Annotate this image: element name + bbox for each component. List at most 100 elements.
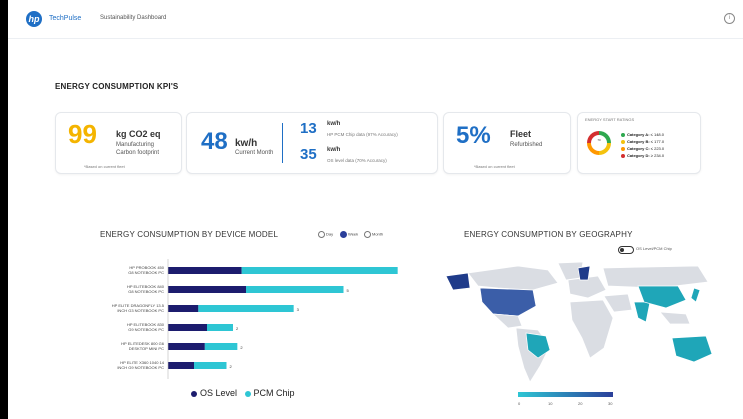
bar-segment[interactable]	[198, 305, 294, 312]
ratings-title: ENERGY START RATINGS	[585, 117, 635, 122]
bar-value-label: 5	[347, 288, 350, 293]
info-icon[interactable]: i	[724, 13, 735, 24]
bar-segment[interactable]	[168, 343, 205, 350]
fleet-note: *Based on current fleet	[474, 164, 515, 169]
bar-value-label: 2	[240, 345, 243, 350]
map-australia	[671, 335, 713, 363]
category-a-label: Category A:	[627, 132, 650, 137]
bar-segment[interactable]	[168, 267, 242, 274]
legend-os-label: OS Level	[200, 388, 238, 398]
bar-segment[interactable]	[168, 324, 207, 331]
carbon-line2: Carbon footprint	[116, 150, 160, 156]
bar-segment[interactable]	[168, 305, 199, 312]
category-label: INCH G9 NOTEBOOK PC	[117, 365, 164, 370]
geo-scale-tick-2: 20	[578, 401, 583, 406]
bar-value-label: 3	[297, 307, 300, 312]
ratings-ring	[587, 131, 611, 155]
map-usa	[479, 287, 537, 317]
map-scandinavia	[577, 265, 591, 281]
category-label: G9 NOTEBOOK PC	[128, 327, 164, 332]
fleet-kpi-card: 5% Fleet Refurbished *Based on current f…	[443, 112, 571, 174]
geo-toggle-label: OS Level/PCM Chip	[636, 246, 672, 251]
bar-segment[interactable]	[204, 343, 238, 350]
carbon-value: 99	[68, 119, 97, 149]
toggle-week-radio[interactable]	[340, 231, 347, 238]
pcm-unit: kw/h	[327, 121, 341, 127]
map-africa	[569, 299, 614, 359]
bar-segment[interactable]	[241, 267, 398, 274]
toggle-week[interactable]: Week	[340, 231, 358, 238]
category-b-label: Category B:	[627, 139, 650, 144]
category-c-value: ≤ 223.0	[650, 146, 665, 151]
fleet-label: Fleet	[510, 129, 532, 139]
category-b-value: ≤ 177.0	[650, 139, 665, 144]
geo-scale-tick-3: 30	[608, 401, 613, 406]
carbon-unit: kg CO2 eq	[116, 129, 161, 139]
toggle-week-label: Week	[348, 231, 359, 237]
category-d: Category D: ≥ 234.0	[621, 153, 664, 158]
energy-kpi-card: 48 kw/h Current Month 13 kw/h HP PCM Chi…	[186, 112, 438, 174]
bar-segment[interactable]	[168, 286, 246, 293]
category-c: Category C: ≤ 223.0	[621, 146, 664, 151]
category-label: G8 NOTEBOOK PC	[128, 270, 164, 275]
geo-color-scale	[518, 392, 613, 397]
brand-name[interactable]: TechPulse	[49, 15, 81, 22]
category-label: INCH G3 NOTEBOOK PC	[117, 308, 164, 313]
geo-scale-tick-1: 10	[548, 401, 553, 406]
map-russia	[602, 265, 709, 289]
category-b-dot	[621, 139, 625, 144]
category-d-value: ≥ 234.0	[650, 153, 665, 158]
legend-os-dot	[191, 390, 197, 397]
category-d-dot	[621, 153, 625, 158]
category-c-label: Category C:	[627, 146, 650, 151]
fleet-value: 5%	[456, 122, 491, 149]
bar-segment[interactable]	[194, 362, 227, 369]
os-unit: kw/h	[327, 147, 341, 153]
top-bar: hp TechPulse Sustainability Dashboard i	[8, 0, 743, 39]
energy-unit: kw/h	[235, 138, 258, 149]
toggle-month[interactable]: Month	[364, 231, 383, 238]
category-label: DESKTOP MINI PC	[129, 346, 164, 351]
map-india	[633, 301, 651, 323]
device-chart-title: ENERGY CONSUMPTION BY DEVICE MODEL	[100, 230, 279, 239]
device-chart-legend: OS Level PCM Chip	[191, 388, 295, 398]
bar-value-label: 2	[230, 364, 233, 369]
dashboard-screen: hp TechPulse Sustainability Dashboard i …	[8, 0, 743, 419]
toggle-day-radio[interactable]	[318, 231, 325, 238]
geo-toggle-knob	[620, 248, 624, 252]
geo-scale-tick-0: 0	[518, 401, 521, 406]
carbon-line1: Manufacturing	[116, 142, 155, 148]
os-value: 35	[300, 146, 317, 163]
legend-pcm-label: PCM Chip	[253, 388, 295, 398]
toggle-month-radio[interactable]	[364, 231, 371, 238]
category-a: Category A: ≤ 148.0	[621, 132, 664, 137]
energy-sub: Current Month	[235, 150, 274, 156]
category-label: G8 NOTEBOOK PC	[128, 289, 164, 294]
energy-divider	[282, 123, 283, 163]
toggle-day-label: Day	[326, 231, 334, 237]
category-b: Category B: ≤ 177.0	[621, 139, 664, 144]
map-canada	[467, 265, 559, 291]
carbon-kpi-card: 99 kg CO2 eq Manufacturing Carbon footpr…	[55, 112, 182, 174]
pcm-value: 13	[300, 120, 317, 137]
category-a-dot	[621, 132, 625, 137]
ratings-center: 70	[597, 138, 601, 142]
world-map	[445, 261, 713, 383]
geo-chart-title: ENERGY CONSUMPTION BY GEOGRAPHY	[464, 230, 633, 239]
bar-segment[interactable]	[246, 286, 344, 293]
map-southeast-asia	[659, 311, 691, 325]
geo-toggle[interactable]	[618, 246, 634, 254]
hp-logo: hp	[26, 11, 42, 27]
bar-value-label: 2	[236, 326, 239, 331]
bar-segment[interactable]	[207, 324, 233, 331]
device-bar-chart: HP PROBOOK 450G8 NOTEBOOK PCHP ELITEBOOK…	[112, 259, 398, 379]
category-a-value: ≤ 148.0	[650, 132, 664, 137]
energy-ratings-card: ENERGY START RATINGS 70 Category A: ≤ 14…	[577, 112, 701, 174]
toggle-day[interactable]: Day	[318, 231, 333, 238]
energy-value: 48	[201, 128, 228, 155]
map-alaska	[445, 272, 471, 291]
bar-segment[interactable]	[168, 362, 194, 369]
category-c-dot	[621, 146, 625, 151]
pcm-label: HP PCM Chip data (97% Accuracy)	[327, 132, 398, 137]
legend-pcm-dot	[244, 390, 251, 397]
